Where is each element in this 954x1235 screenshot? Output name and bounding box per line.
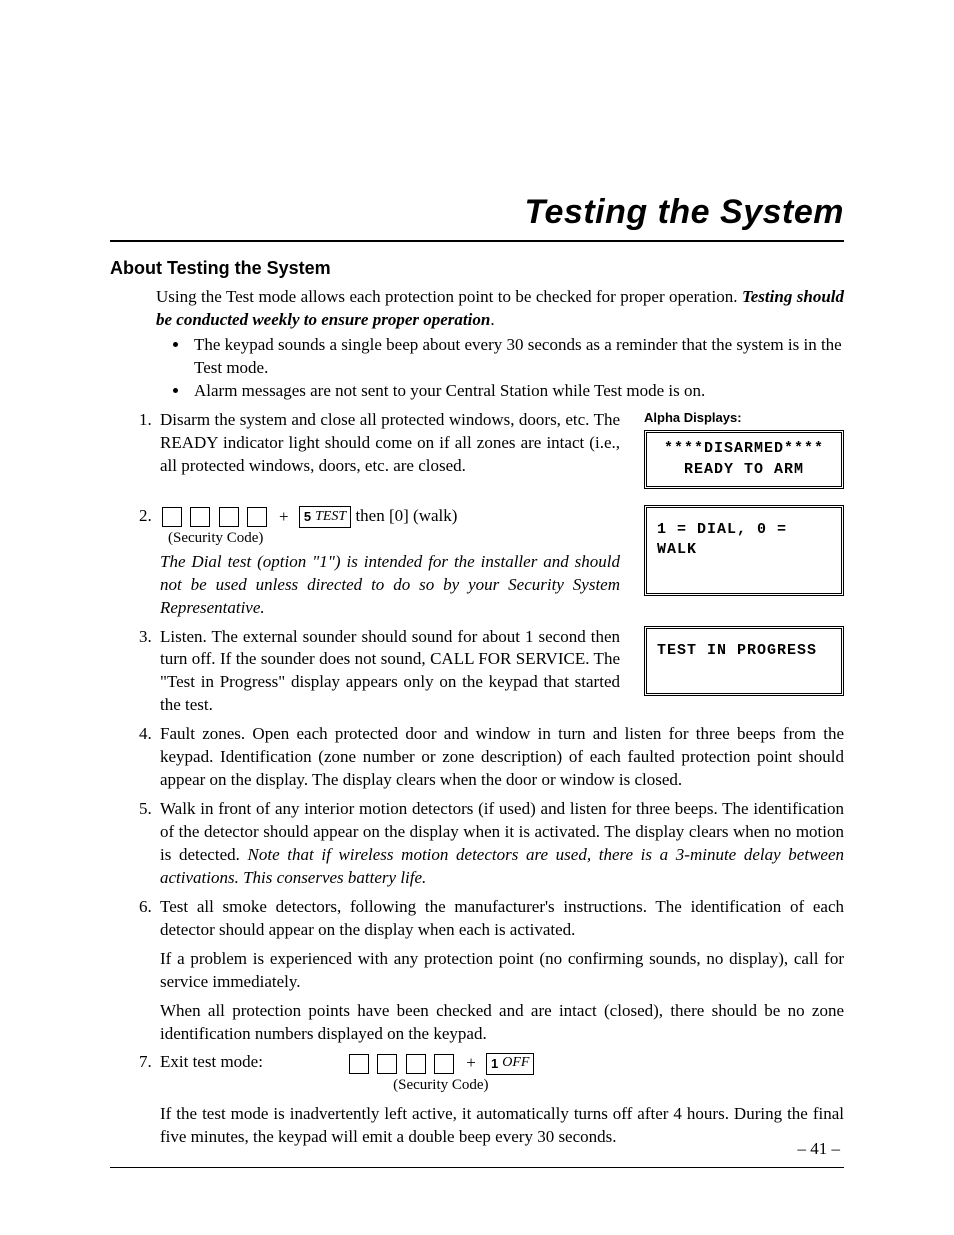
plus-icon: + — [279, 506, 289, 529]
bullet-2: Alarm messages are not sent to your Cent… — [190, 380, 844, 403]
step-2: + 5 TEST then [0] (walk) (Security Code)… — [156, 505, 844, 620]
bullet-1: The keypad sounds a single beep about ev… — [190, 334, 844, 380]
security-code-digit — [349, 1054, 369, 1074]
security-code-digit — [434, 1054, 454, 1074]
steps-list: Disarm the system and close all protecte… — [138, 409, 844, 1149]
security-code-digit — [162, 507, 182, 527]
lcd-dial-walk-text: 1 = DIAL, 0 = WALK — [657, 520, 835, 561]
security-code-digit — [247, 507, 267, 527]
step-6: Test all smoke detectors, following the … — [156, 896, 844, 1046]
step-6-b: If a problem is experienced with any pro… — [160, 948, 844, 994]
lcd-disarmed: ****DISARMED**** READY TO ARM — [644, 430, 844, 489]
step-1: Disarm the system and close all protecte… — [156, 409, 844, 499]
key-number: 5 — [304, 508, 311, 526]
security-code-label: (Security Code) — [347, 1075, 534, 1095]
security-code-digit — [377, 1054, 397, 1074]
step-4: Fault zones. Open each protected door an… — [156, 723, 844, 792]
step-2-note: The Dial test (option "1") is intended f… — [160, 551, 620, 620]
section-heading: About Testing the System — [110, 256, 844, 280]
step-6-c: When all protection points have been che… — [160, 1000, 844, 1046]
page: Testing the System About Testing the Sys… — [0, 0, 954, 1235]
lcd-disarmed-line2: READY TO ARM — [653, 460, 835, 480]
lcd-test-in-progress: TEST IN PROGRESS — [644, 626, 844, 697]
step-7-tail: If the test mode is inadvertently left a… — [160, 1103, 844, 1149]
intro-line1: Using the Test mode allows each protecti… — [156, 287, 738, 306]
key-5-test: 5 TEST — [299, 506, 351, 528]
security-code-digit — [406, 1054, 426, 1074]
intro-bullets: The keypad sounds a single beep about ev… — [190, 334, 844, 403]
security-code-digit — [219, 507, 239, 527]
step-5-text-b: Note that if wireless motion detectors a… — [160, 845, 844, 887]
step-2-tail: then [0] (walk) — [355, 506, 457, 525]
lcd-disarmed-line1: ****DISARMED**** — [653, 439, 835, 459]
key-label: OFF — [502, 1054, 529, 1073]
step-3: Listen. The external sounder should soun… — [156, 626, 844, 718]
lcd-dial-walk: 1 = DIAL, 0 = WALK — [644, 505, 844, 596]
step-7-lead: Exit test mode: — [160, 1052, 263, 1071]
security-code-label: (Security Code) — [168, 528, 620, 548]
lcd-test-in-progress-text: TEST IN PROGRESS — [657, 641, 835, 661]
key-label: TEST — [315, 508, 346, 527]
footer-rule — [110, 1167, 844, 1168]
key-1-off: 1 OFF — [486, 1053, 534, 1075]
step-5: Walk in front of any interior motion det… — [156, 798, 844, 890]
plus-icon: + — [466, 1052, 476, 1075]
page-title: Testing the System — [110, 190, 844, 236]
intro-paragraph: Using the Test mode allows each protecti… — [156, 286, 844, 332]
security-code-digit — [190, 507, 210, 527]
alpha-displays-label: Alpha Displays: — [644, 409, 844, 427]
page-number: – 41 – — [798, 1138, 841, 1161]
step-3-text: Listen. The external sounder should soun… — [160, 626, 620, 718]
step-1-text: Disarm the system and close all protecte… — [160, 409, 620, 499]
title-rule — [110, 240, 844, 242]
intro-line2-tail: . — [490, 310, 494, 329]
step-7: Exit test mode: + 1 OFF (Security Code) … — [156, 1051, 844, 1149]
key-number: 1 — [491, 1055, 498, 1073]
step-6-a: Test all smoke detectors, following the … — [160, 896, 844, 942]
